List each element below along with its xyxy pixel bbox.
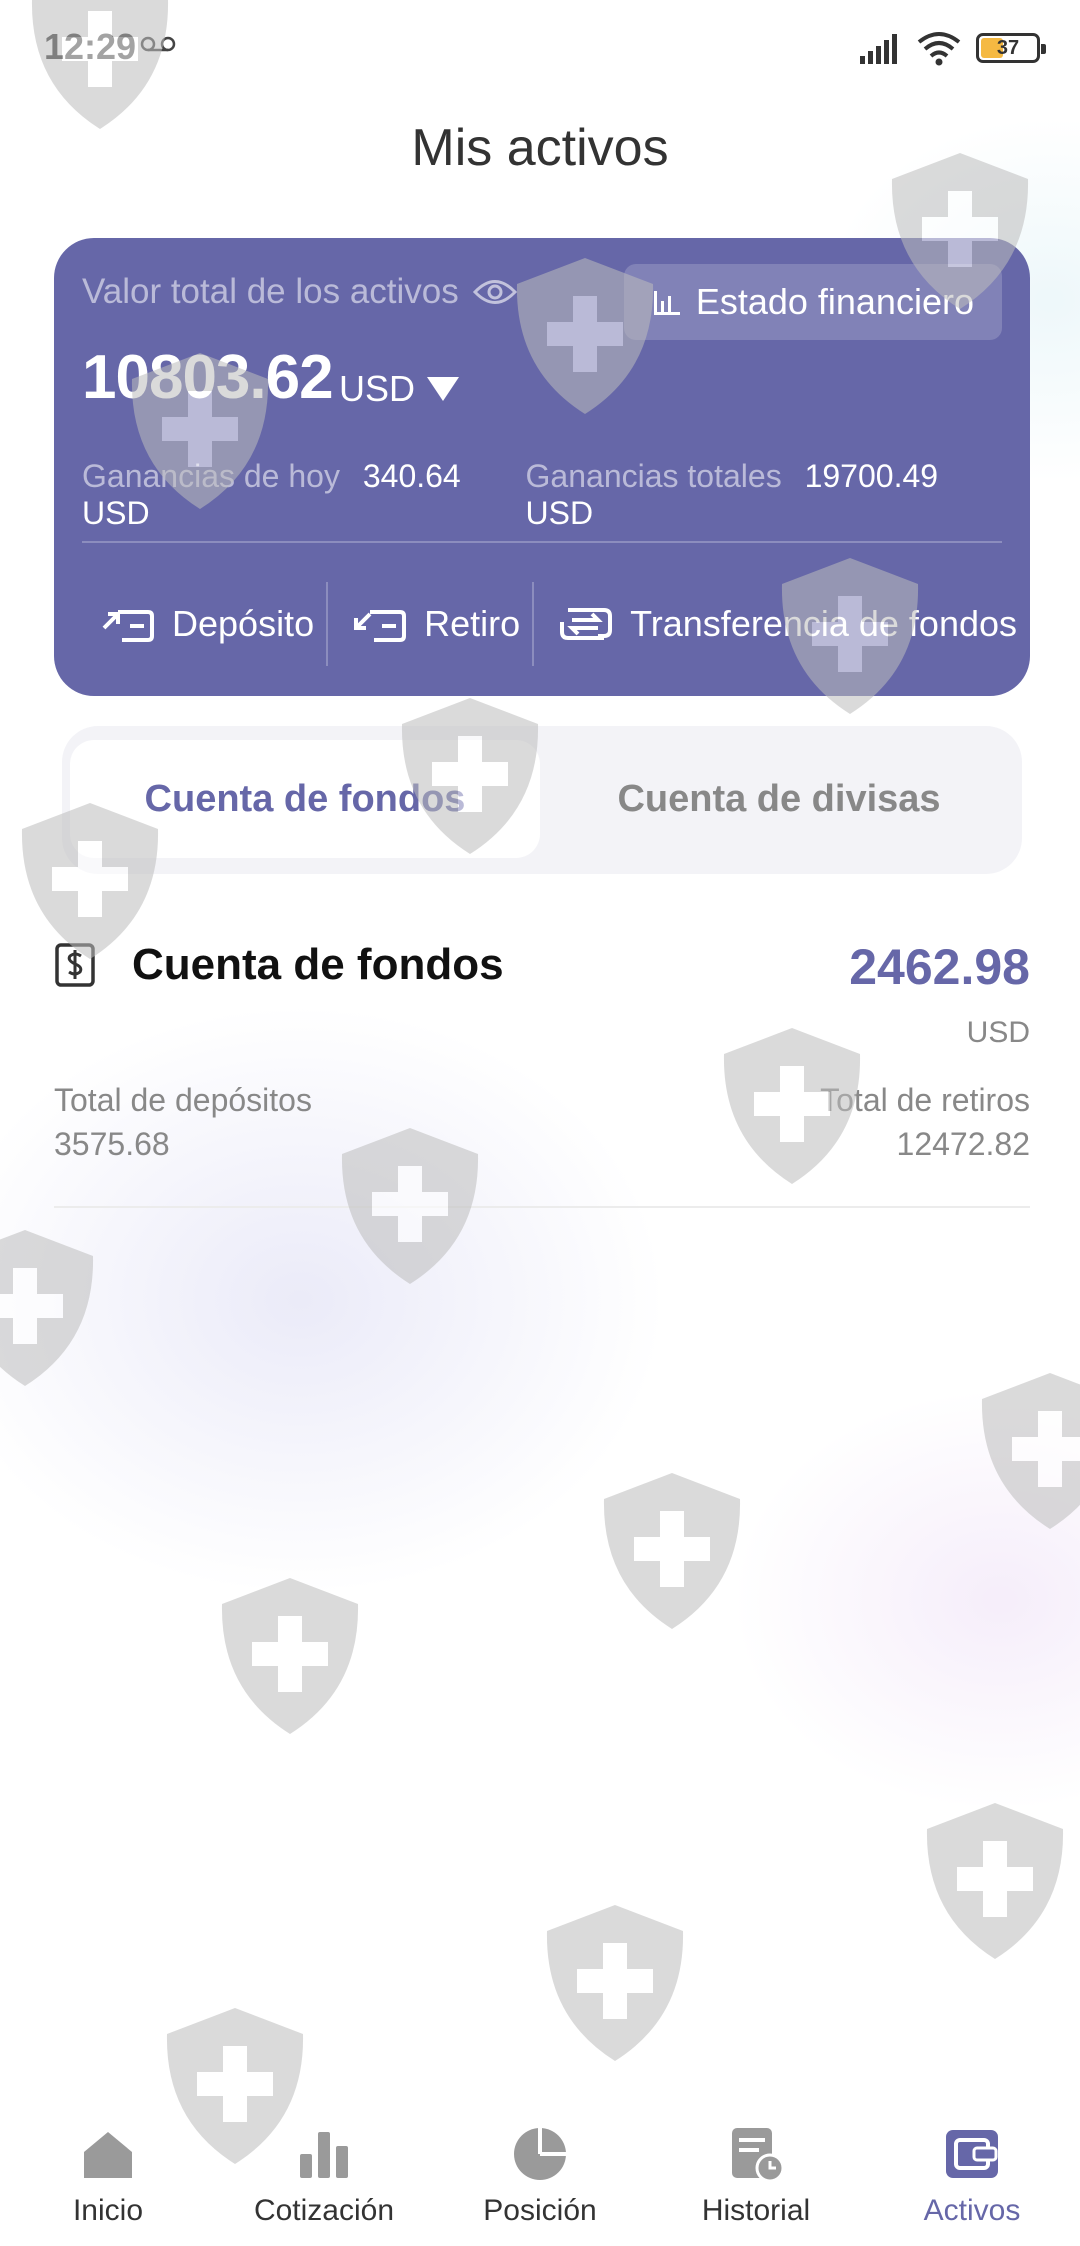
nav-label-cotizacion: Cotización [253, 2194, 395, 2227]
deposit-label: Depósito [172, 603, 315, 644]
withdraw-label: Retiro [424, 603, 521, 644]
watermark-shield-icon [592, 1465, 752, 1635]
watermark-shield-icon [535, 1897, 695, 2067]
today-gains: Ganancias de hoy 340.64 USD [82, 458, 526, 532]
account-tabs: Cuenta de fondos Cuenta de divisas [62, 726, 1022, 874]
history-icon [732, 2128, 785, 2183]
status-icons: 37 [858, 28, 1046, 68]
battery-icon: 37 [976, 33, 1046, 63]
transfer-label: Transferencia de fondos [630, 603, 1018, 644]
financial-statement-label: Estado financiero [695, 281, 974, 322]
battery-level: 37 [996, 36, 1020, 59]
nav-label-activos: Activos [923, 2194, 1021, 2227]
card-divider [82, 541, 1002, 543]
signal-icon [860, 34, 897, 64]
page-title: Mis activos [411, 119, 669, 177]
dropdown-triangle-icon [427, 377, 460, 401]
total-assets-value: 10803.62 [82, 343, 334, 412]
nav-cotizacion[interactable]: Cotización [216, 2106, 432, 2246]
withdraw-icon [354, 610, 407, 642]
fund-account-title: Cuenta de fondos [132, 940, 504, 989]
nav-posicion[interactable]: Posición [432, 2106, 648, 2246]
nav-label-historial: Historial [701, 2194, 811, 2227]
nav-label-posicion: Posición [483, 2194, 597, 2227]
fund-account-amount: 2462.98 [849, 939, 1030, 995]
asset-summary-card: Valor total de los activos Estado financ… [54, 238, 1030, 696]
bar-chart-icon [300, 2132, 348, 2178]
currency-selector[interactable]: USD [339, 368, 460, 410]
total-withdrawals-value: 12472.82 [896, 1126, 1030, 1162]
fund-account-header: Cuenta de fondos [54, 940, 504, 990]
nav-historial[interactable]: Historial [648, 2106, 864, 2246]
dollar-document-icon [55, 943, 95, 987]
transfer-icon [560, 608, 613, 640]
watermark-shield-icon [210, 1570, 370, 1740]
total-deposits-value: 3575.68 [54, 1126, 170, 1162]
watermark-shield-icon [330, 1120, 490, 1290]
total-deposits-label: Total de depósitos [54, 1082, 312, 1118]
tab-fund-account[interactable]: Cuenta de fondos [70, 740, 540, 858]
withdraw-button[interactable]: Retiro [328, 582, 532, 666]
wifi-icon [917, 32, 961, 66]
watermark-shield-icon [970, 1365, 1080, 1535]
today-gains-label: Ganancias de hoy [82, 458, 340, 494]
fund-account-unit: USD [966, 1016, 1030, 1049]
currency-label: USD [339, 368, 416, 409]
gains-row: Ganancias de hoy 340.64 USD Ganancias to… [82, 458, 1002, 532]
nav-label-inicio: Inicio [72, 2194, 144, 2227]
wallet-icon [946, 2130, 998, 2178]
total-gains-label: Ganancias totales [525, 458, 782, 494]
financial-statement-button[interactable]: Estado financiero [623, 264, 1002, 340]
watermark-shield-icon [0, 1222, 105, 1392]
deposit-icon [102, 610, 154, 642]
pie-chart-icon [514, 2128, 566, 2180]
home-icon [84, 2132, 132, 2178]
tab-currency-account[interactable]: Cuenta de divisas [544, 740, 1014, 858]
card-actions: Depósito Retiro Transferencia de fondos [54, 582, 1030, 666]
bottom-navigation: Inicio Cotización Posición Historial Act… [0, 2106, 1080, 2246]
watermark-shield-icon [915, 1795, 1075, 1965]
fund-divider [54, 1206, 1030, 1208]
total-assets-label-row: Valor total de los activos [82, 272, 517, 312]
voicemail-icon [140, 36, 176, 52]
status-bar: 12:29 37 [0, 0, 1080, 95]
status-time: 12:29 [44, 26, 137, 67]
total-gains: Ganancias totales 19700.49 USD [526, 458, 1002, 532]
transfer-button[interactable]: Transferencia de fondos [534, 582, 1029, 666]
report-chart-icon [653, 291, 680, 315]
nav-activos[interactable]: Activos [864, 2106, 1080, 2246]
total-withdrawals-label: Total de retiros [820, 1082, 1030, 1118]
eye-icon[interactable] [472, 277, 517, 307]
total-assets-label: Valor total de los activos [82, 272, 459, 311]
nav-inicio[interactable]: Inicio [0, 2106, 216, 2246]
deposit-button[interactable]: Depósito [54, 582, 326, 666]
